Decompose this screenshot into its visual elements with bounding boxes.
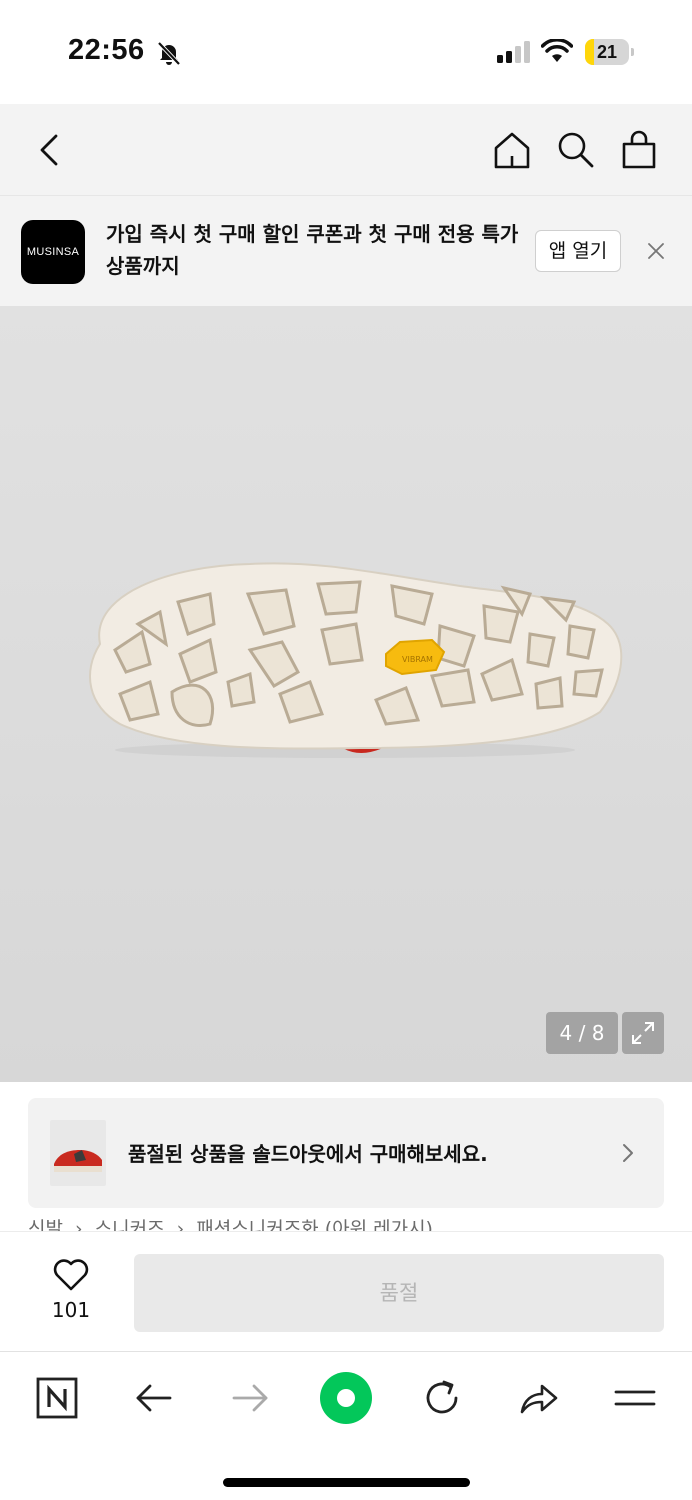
forward-arrow-icon <box>232 1384 268 1412</box>
musinsa-logo: MUSINSA <box>21 220 85 284</box>
breadcrumb-item[interactable]: 패션스니커즈화 (아워 레가시) <box>196 1218 433 1232</box>
search-icon[interactable] <box>555 130 595 170</box>
cellular-signal-icon <box>497 41 530 63</box>
breadcrumb: 신발 › 스니커즈 › 패션스니커즈화 (아워 레가시) <box>28 1212 678 1232</box>
share-icon[interactable] <box>516 1376 560 1420</box>
green-record-icon[interactable] <box>320 1372 372 1424</box>
back-chevron-icon[interactable] <box>30 130 70 170</box>
product-image-gallery[interactable]: VIBRAM 4 / 8 <box>0 306 692 1082</box>
breadcrumb-item[interactable]: 스니커즈 <box>95 1218 165 1232</box>
close-icon[interactable] <box>647 242 665 260</box>
bell-slash-icon <box>157 41 181 66</box>
refresh-icon[interactable] <box>420 1376 464 1420</box>
app-install-banner: MUSINSA 가입 즉시 첫 구매 할인 쿠폰과 첫 구매 전용 특가 상품까… <box>0 196 692 306</box>
naver-n-icon[interactable] <box>35 1376 79 1420</box>
svg-text:VIBRAM: VIBRAM <box>402 655 433 664</box>
battery-level: 21 <box>596 42 618 62</box>
expand-icon <box>632 1022 654 1044</box>
wifi-icon <box>541 39 573 62</box>
page-counter: 4 / 8 <box>546 1012 618 1054</box>
soldout-button: 품절 <box>134 1254 664 1332</box>
red-sneaker-thumbnail <box>50 1120 106 1186</box>
breadcrumb-separator: › <box>75 1218 83 1232</box>
menu-icon[interactable] <box>613 1376 657 1420</box>
soldout-banner[interactable]: 품절된 상품을 솔드아웃에서 구매해보세요. <box>28 1098 664 1208</box>
status-time: 22:56 <box>68 34 145 66</box>
shoe-sole-image: VIBRAM <box>88 562 623 758</box>
shopping-bag-icon[interactable] <box>619 130 659 170</box>
battery-icon: 21 <box>585 39 634 65</box>
heart-icon <box>53 1259 89 1291</box>
breadcrumb-item[interactable]: 신발 <box>28 1218 63 1232</box>
purchase-action-bar: 101 품절 <box>0 1231 692 1351</box>
browser-toolbar <box>0 1351 692 1500</box>
like-count: 101 <box>51 1298 91 1322</box>
soldout-message: 품절된 상품을 솔드아웃에서 구매해보세요. <box>128 1142 488 1166</box>
breadcrumb-separator: › <box>176 1218 185 1232</box>
nav-header <box>0 104 692 196</box>
home-indicator <box>223 1478 470 1487</box>
open-app-button[interactable]: 앱 열기 <box>535 230 621 272</box>
status-bar: 22:56 21 <box>0 0 692 104</box>
chevron-right-icon <box>623 1144 633 1162</box>
banner-message: 가입 즉시 첫 구매 할인 쿠폰과 첫 구매 전용 특가 상품까지 <box>106 222 519 278</box>
back-arrow-icon[interactable] <box>132 1376 176 1420</box>
home-icon[interactable] <box>492 130 532 170</box>
expand-button[interactable] <box>622 1012 664 1054</box>
